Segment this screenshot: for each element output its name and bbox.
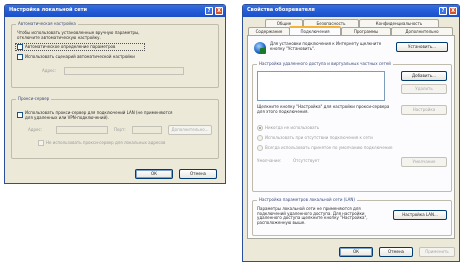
internet-options-dialog: Свойства обозревателя ? X Общие Безопасн… — [242, 4, 460, 262]
add-connection-button[interactable]: Добавить... — [401, 71, 447, 81]
proxy-port-label: Порт: — [114, 127, 126, 132]
close-button[interactable]: X — [449, 7, 457, 15]
lan-settings-dialog: Настройка локальной сети ? X Автоматичес… — [4, 4, 226, 184]
use-proxy-label[interactable]: Использовать прокси-сервер для подключен… — [25, 110, 175, 120]
set-default-button[interactable]: Умолчание — [401, 157, 447, 167]
auto-detect-checkbox[interactable] — [17, 44, 23, 50]
proxy-address-input[interactable] — [56, 126, 108, 134]
lan-dialog-titlebar[interactable]: Настройка локальной сети ? X — [5, 5, 225, 17]
script-address-label: Адрес: — [42, 68, 57, 73]
radio-dial-no-network-label[interactable]: Использовать при отсутствии подключения … — [265, 135, 373, 141]
options-dialog-titlebar[interactable]: Свойства обозревателя ? X — [243, 5, 459, 17]
tab-privacy[interactable]: Конфиденциальность — [359, 19, 439, 27]
lan-cancel-button[interactable]: Отмена — [179, 169, 217, 179]
script-address-input[interactable] — [64, 67, 184, 75]
remove-connection-button[interactable]: Удалить — [401, 84, 447, 94]
radio-always-dial-label[interactable]: Всегда использовать принятое по умолчани… — [265, 145, 392, 151]
tab-programs[interactable]: Программы — [341, 27, 391, 35]
radio-always-dial[interactable] — [257, 145, 263, 151]
close-button[interactable]: X — [215, 7, 223, 15]
proxy-address-label: Адрес: — [28, 127, 43, 132]
help-button[interactable]: ? — [205, 7, 213, 15]
options-dialog-title: Свойства обозревателя — [247, 7, 315, 13]
auto-config-group-label: Автоматическая настройка — [16, 21, 78, 27]
tab-advanced[interactable]: Дополнительно — [391, 27, 453, 35]
dialup-group-label: Настройка удаленного доступа и виртуальн… — [257, 61, 393, 67]
lan-description: Параметры локальной сети не применяются … — [257, 206, 368, 225]
proxy-group: Прокси-сервер Использовать прокси-сервер… — [11, 96, 219, 159]
proxy-port-input[interactable] — [132, 126, 162, 134]
auto-config-group: Автоматическая настройка Чтобы использов… — [11, 21, 219, 88]
options-ok-button[interactable]: ОК — [339, 247, 373, 257]
globe-icon — [254, 42, 266, 54]
connections-panel: Для установки подключения к Интернету ще… — [247, 35, 455, 239]
tab-connections[interactable]: Подключения — [289, 26, 341, 35]
setup-description: Для установки подключения к Интернету ще… — [270, 41, 382, 51]
options-apply-button[interactable]: Применить — [419, 247, 455, 257]
setup-button[interactable]: Установить... — [396, 42, 448, 52]
auto-script-label[interactable]: Использовать сценарий автоматической нас… — [25, 54, 135, 60]
radio-dial-no-network[interactable] — [257, 135, 263, 141]
radio-never-dial-label[interactable]: Никогда не использовать — [265, 125, 319, 131]
lan-settings-button[interactable]: Настройка LAN... — [393, 210, 447, 220]
bypass-local-checkbox[interactable] — [38, 140, 44, 146]
proxy-group-label: Прокси-сервер — [16, 96, 52, 102]
current-default-value: Отсутствует — [293, 158, 320, 163]
options-cancel-button[interactable]: Отмена — [379, 247, 413, 257]
auto-config-description: Чтобы использовать установленные вручную… — [17, 30, 140, 40]
auto-script-checkbox[interactable] — [17, 54, 23, 60]
lan-group: Настройка параметров локальной сети (LAN… — [252, 197, 452, 236]
dialup-group: Настройка удаленного доступа и виртуальн… — [252, 61, 452, 192]
lan-ok-button[interactable]: ОК — [135, 169, 173, 179]
lan-dialog-title: Настройка локальной сети — [9, 7, 88, 13]
lan-group-label: Настройка параметров локальной сети (LAN… — [257, 197, 357, 203]
dialup-hint: Щелкните кнопку "Настройка" для настройк… — [257, 104, 390, 114]
connections-list[interactable] — [257, 71, 385, 101]
radio-never-dial[interactable] — [257, 125, 263, 131]
bypass-local-label[interactable]: Не использовать прокси-сервер для локаль… — [46, 140, 165, 146]
proxy-advanced-button[interactable]: Дополнительно... — [168, 125, 212, 135]
tab-content[interactable]: Содержание — [248, 27, 290, 35]
connection-settings-button[interactable]: Настройка — [401, 105, 447, 115]
auto-detect-label[interactable]: Автоматическое определение параметров — [25, 44, 115, 50]
use-proxy-checkbox[interactable] — [17, 112, 23, 118]
current-default-label: Умолчание: — [257, 158, 282, 163]
help-button[interactable]: ? — [439, 7, 447, 15]
